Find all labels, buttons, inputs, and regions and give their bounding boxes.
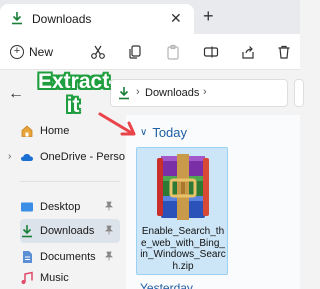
navigation-pane: Home › OneDrive - Perso Desktop Download… bbox=[0, 115, 126, 289]
document-icon bbox=[23, 251, 32, 263]
sidebar-item-label: Home bbox=[40, 125, 70, 137]
download-icon bbox=[119, 87, 129, 100]
new-button[interactable]: + New bbox=[10, 42, 53, 62]
tab-label: Downloads bbox=[32, 12, 92, 26]
cut-icon[interactable] bbox=[90, 44, 106, 60]
group-label: Today bbox=[152, 125, 188, 140]
search-box[interactable] bbox=[294, 79, 304, 107]
sidebar-divider bbox=[20, 181, 120, 182]
pin-icon[interactable] bbox=[104, 225, 114, 235]
delete-icon[interactable] bbox=[276, 44, 292, 60]
sidebar-item-label: Downloads bbox=[40, 225, 95, 237]
home-icon bbox=[21, 125, 33, 137]
group-header-today[interactable]: ∨ Today bbox=[140, 125, 187, 140]
file-list: ∨ Today Enable_Search_the_web_with_Bing_… bbox=[126, 115, 300, 289]
breadcrumb-chevron[interactable]: › bbox=[203, 86, 207, 98]
pin-icon[interactable] bbox=[104, 251, 114, 261]
annotation-arrow-icon bbox=[98, 112, 136, 136]
sidebar-item-onedrive[interactable]: OneDrive - Perso bbox=[20, 145, 138, 169]
chevron-down-icon: ∨ bbox=[140, 127, 148, 138]
expand-chevron-icon[interactable]: › bbox=[8, 151, 11, 162]
sidebar-item-desktop[interactable]: Desktop bbox=[20, 195, 120, 219]
annotation-line-1: Extract bbox=[38, 70, 110, 93]
desktop-icon bbox=[21, 202, 33, 212]
breadcrumb-separator[interactable]: › bbox=[136, 86, 140, 98]
cloud-icon bbox=[21, 154, 33, 161]
sidebar-item-label: Documents bbox=[40, 251, 96, 263]
command-bar: + New bbox=[0, 34, 300, 70]
share-icon[interactable] bbox=[240, 44, 256, 60]
tab-downloads[interactable]: Downloads ✕ bbox=[0, 4, 194, 34]
breadcrumb-downloads[interactable]: Downloads bbox=[145, 87, 199, 99]
sidebar-item-label: OneDrive - Perso bbox=[40, 151, 125, 163]
download-icon bbox=[12, 12, 22, 25]
file-name: Enable_Search_the_web_with_Bing_in_Windo… bbox=[140, 226, 226, 272]
paste-icon[interactable] bbox=[165, 44, 181, 60]
winrar-archive-icon bbox=[157, 154, 209, 220]
sidebar-item-downloads[interactable]: Downloads bbox=[20, 219, 120, 243]
copy-icon[interactable] bbox=[127, 44, 143, 60]
sidebar-item-label: Music bbox=[40, 272, 69, 284]
plus-circle-icon: + bbox=[10, 45, 24, 59]
music-icon bbox=[21, 271, 33, 284]
new-tab-button[interactable]: + bbox=[203, 7, 214, 25]
rename-icon[interactable] bbox=[203, 44, 219, 60]
sidebar-item-music[interactable]: Music bbox=[20, 271, 120, 285]
new-label: New bbox=[29, 45, 54, 59]
download-icon bbox=[22, 225, 32, 238]
tab-bar: Downloads ✕ + bbox=[0, 0, 300, 34]
file-item[interactable]: Enable_Search_the_web_with_Bing_in_Windo… bbox=[136, 147, 228, 275]
pin-icon[interactable] bbox=[104, 201, 114, 211]
sidebar-item-documents[interactable]: Documents bbox=[20, 245, 120, 269]
back-button[interactable]: ← bbox=[8, 85, 24, 103]
sidebar-item-label: Desktop bbox=[40, 201, 81, 213]
address-bar[interactable]: › Downloads › bbox=[110, 79, 288, 107]
group-header-yesterday[interactable]: Yesterday bbox=[140, 281, 193, 289]
close-tab-button[interactable]: ✕ bbox=[170, 10, 182, 27]
